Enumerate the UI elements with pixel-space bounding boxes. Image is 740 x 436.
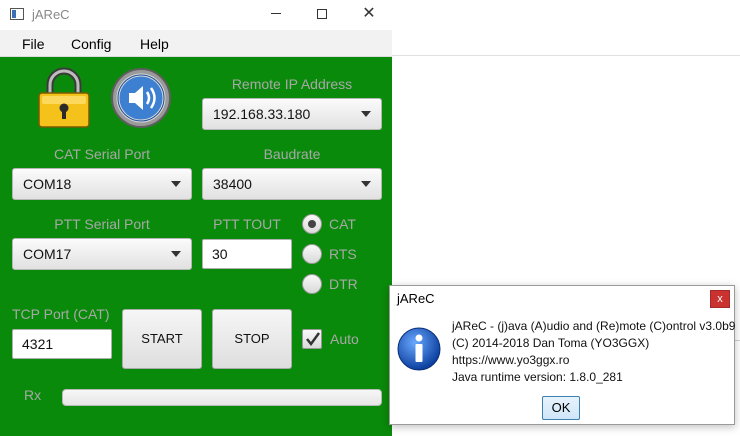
baudrate-select[interactable]: 38400 xyxy=(202,168,382,200)
window-title: jAReC xyxy=(32,7,70,22)
title-bar[interactable]: jAReC ✕ xyxy=(0,0,392,30)
radio-rts[interactable] xyxy=(302,244,322,264)
rx-label: Rx xyxy=(24,387,42,403)
minimize-icon xyxy=(271,12,281,14)
dialog-close-button[interactable]: x xyxy=(710,290,730,308)
dialog-body: jAReC - (j)ava (A)udio and (Re)mote (C)o… xyxy=(390,312,736,424)
start-button[interactable]: START xyxy=(122,309,202,369)
close-button[interactable]: ✕ xyxy=(357,4,381,24)
cat-port-value: COM18 xyxy=(23,176,72,192)
radio-dtr-label: DTR xyxy=(329,276,358,292)
cat-port-label: CAT Serial Port xyxy=(54,146,150,162)
ptt-port-label: PTT Serial Port xyxy=(54,216,150,232)
dialog-line-1: jAReC - (j)ava (A)udio and (Re)mote (C)o… xyxy=(452,319,736,333)
padlock-icon[interactable] xyxy=(36,67,92,129)
menu-help[interactable]: Help xyxy=(140,36,169,52)
chevron-down-icon xyxy=(361,111,371,117)
menu-config[interactable]: Config xyxy=(71,36,111,52)
radio-rts-label: RTS xyxy=(329,246,357,262)
radio-cat[interactable] xyxy=(302,214,322,234)
remote-ip-value: 192.168.33.180 xyxy=(213,106,311,122)
control-panel: Remote IP Address 192.168.33.180 CAT Ser… xyxy=(0,57,392,436)
menu-file[interactable]: File xyxy=(22,36,45,52)
tcp-port-label: TCP Port (CAT) xyxy=(12,306,110,322)
background-divider xyxy=(392,55,740,56)
tcp-port-input[interactable]: 4321 xyxy=(12,329,112,359)
auto-checkbox[interactable] xyxy=(302,329,322,349)
auto-label: Auto xyxy=(330,331,359,347)
menu-bar: File Config Help xyxy=(0,30,392,57)
chevron-down-icon xyxy=(171,251,181,257)
about-dialog: jAReC x jAReC - (j)ava (A)udio and (Re)m… xyxy=(389,285,735,425)
dialog-line-4: Java runtime version: 1.8.0_281 xyxy=(452,370,623,384)
chevron-down-icon xyxy=(361,181,371,187)
maximize-button[interactable] xyxy=(310,4,334,24)
ptt-tout-input[interactable]: 30 xyxy=(202,239,292,269)
radio-dtr[interactable] xyxy=(302,274,322,294)
checkmark-icon xyxy=(306,332,321,347)
info-icon xyxy=(397,327,441,371)
cat-port-select[interactable]: COM18 xyxy=(12,168,192,200)
dialog-title: jAReC xyxy=(397,291,435,306)
ptt-port-select[interactable]: COM17 xyxy=(12,238,192,270)
baudrate-label: Baudrate xyxy=(263,146,321,162)
baudrate-value: 38400 xyxy=(213,176,252,192)
rx-level-bar xyxy=(62,389,382,406)
dialog-line-3: https://www.yo3ggx.ro xyxy=(452,353,570,367)
radio-cat-label: CAT xyxy=(329,216,356,232)
app-icon xyxy=(10,8,24,20)
ptt-port-value: COM17 xyxy=(23,246,72,262)
remote-ip-label: Remote IP Address xyxy=(231,76,353,92)
stop-button[interactable]: STOP xyxy=(212,309,292,369)
main-window: jAReC ✕ File Config Help Remote IP Addre… xyxy=(0,0,392,436)
remote-ip-select[interactable]: 192.168.33.180 xyxy=(202,98,382,130)
close-icon: x xyxy=(717,293,723,305)
speaker-icon[interactable] xyxy=(110,67,172,129)
close-icon: ✕ xyxy=(362,5,376,22)
ok-button[interactable]: OK xyxy=(542,396,580,420)
maximize-icon xyxy=(317,9,327,19)
chevron-down-icon xyxy=(171,181,181,187)
dialog-line-2: (C) 2014-2018 Dan Toma (YO3GGX) xyxy=(452,336,650,350)
ptt-tout-label: PTT TOUT xyxy=(213,216,281,232)
minimize-button[interactable] xyxy=(264,4,288,24)
dialog-title-bar[interactable]: jAReC x xyxy=(390,286,734,312)
